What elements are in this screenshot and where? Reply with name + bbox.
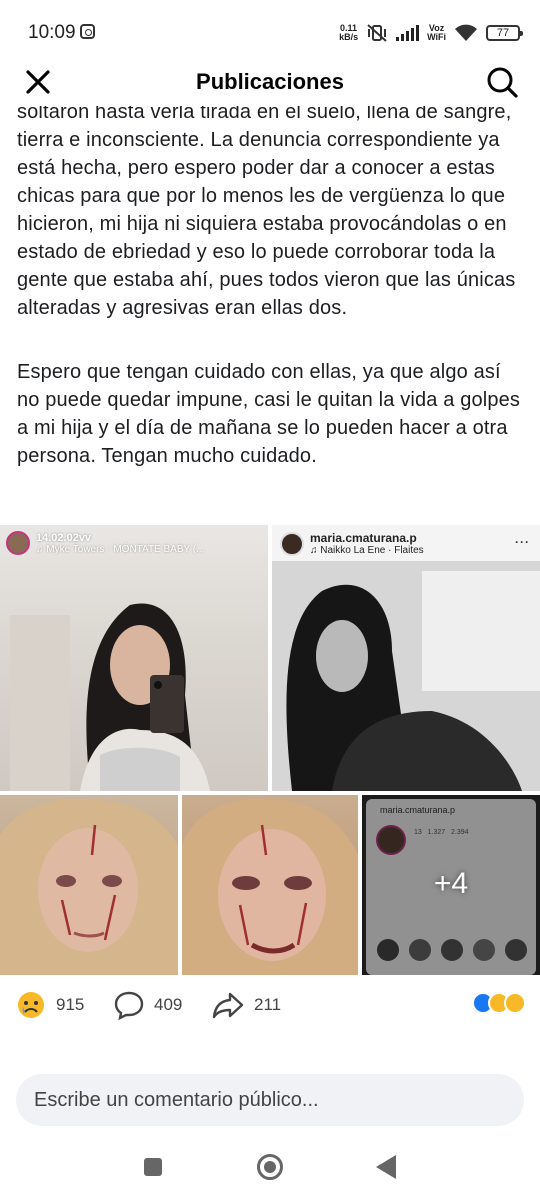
- page-title: Publicaciones: [196, 69, 344, 94]
- more-options-icon[interactable]: ···: [515, 535, 530, 549]
- wifi-label: WiFi: [427, 32, 446, 42]
- sad-reaction-icon: [18, 992, 44, 1018]
- photo-tile-injury-2[interactable]: [182, 795, 358, 975]
- avatar: [280, 531, 304, 556]
- instagram-notification-icon: [80, 24, 95, 39]
- comment-icon: [114, 991, 144, 1020]
- reaction-button[interactable]: 915: [16, 990, 84, 1020]
- reaction-count: 915: [56, 995, 85, 1014]
- voz-wifi-label: Voz WiFi: [427, 24, 446, 42]
- story-header: maria.cmaturana.p ♫ Naikko La Ene · Flai…: [280, 531, 424, 556]
- comment-input[interactable]: Escribe un comentario público...: [16, 1074, 524, 1126]
- photo-tile-profile-screenshot[interactable]: maria.cmaturana.p 13 1.327 2.394 +4: [362, 795, 540, 975]
- vibrate-mute-icon: [367, 24, 387, 42]
- battery-icon: 77: [486, 25, 523, 41]
- recent-apps-button[interactable]: [144, 1158, 162, 1176]
- home-button[interactable]: [257, 1154, 283, 1180]
- comment-button[interactable]: 409: [114, 990, 182, 1020]
- story-username: maria.cmaturana.p: [310, 531, 417, 545]
- person-photo: [182, 798, 358, 975]
- wifi-icon: [455, 24, 477, 41]
- post-paragraph: Espero que tengan cuidado con ellas, ya …: [17, 361, 521, 467]
- status-bar: 10:09 0.11 kB/s Voz WiFi 77: [0, 0, 540, 58]
- post-body: soltaron hasta verla tirada en el suelo,…: [17, 98, 527, 498]
- reaction-summary[interactable]: [472, 992, 526, 1014]
- search-icon[interactable]: [484, 64, 520, 100]
- system-navigation-bar: [0, 1140, 540, 1199]
- person-photo: [10, 603, 210, 791]
- status-time: 10:09: [28, 22, 76, 43]
- cell-signal-icon: [396, 25, 420, 41]
- more-photos-count: +4: [433, 867, 469, 900]
- person-photo: [0, 798, 178, 975]
- share-count: 211: [254, 995, 282, 1014]
- story-song: ♫ Naikko La Ene · Flaites: [310, 545, 424, 556]
- top-app-bar: Publicaciones: [0, 58, 540, 106]
- status-icons: 0.11 kB/s Voz WiFi 77: [339, 20, 523, 46]
- photo-tile-story-selfie[interactable]: 14.02.02vv ♫ Myke Towers · MÓNTATE BABY …: [0, 525, 268, 791]
- wow-reaction-icon: [504, 992, 526, 1014]
- photo-grid: 14.02.02vv ♫ Myke Towers · MÓNTATE BABY …: [0, 525, 540, 975]
- share-button[interactable]: 211: [212, 990, 281, 1020]
- person-photo: [272, 561, 540, 791]
- comment-count: 409: [154, 995, 183, 1014]
- reactions-bar: 915 409 211: [0, 980, 540, 1032]
- photo-tile-injury-1[interactable]: [0, 795, 178, 975]
- back-button[interactable]: [376, 1155, 396, 1179]
- network-speed: 0.11 kB/s: [339, 24, 358, 42]
- share-icon: [212, 992, 244, 1019]
- post-paragraph: soltaron hasta verla tirada en el suelo,…: [17, 101, 516, 319]
- network-speed-unit: kB/s: [339, 32, 359, 42]
- photo-tile-story-bw[interactable]: maria.cmaturana.p ♫ Naikko La Ene · Flai…: [272, 525, 540, 791]
